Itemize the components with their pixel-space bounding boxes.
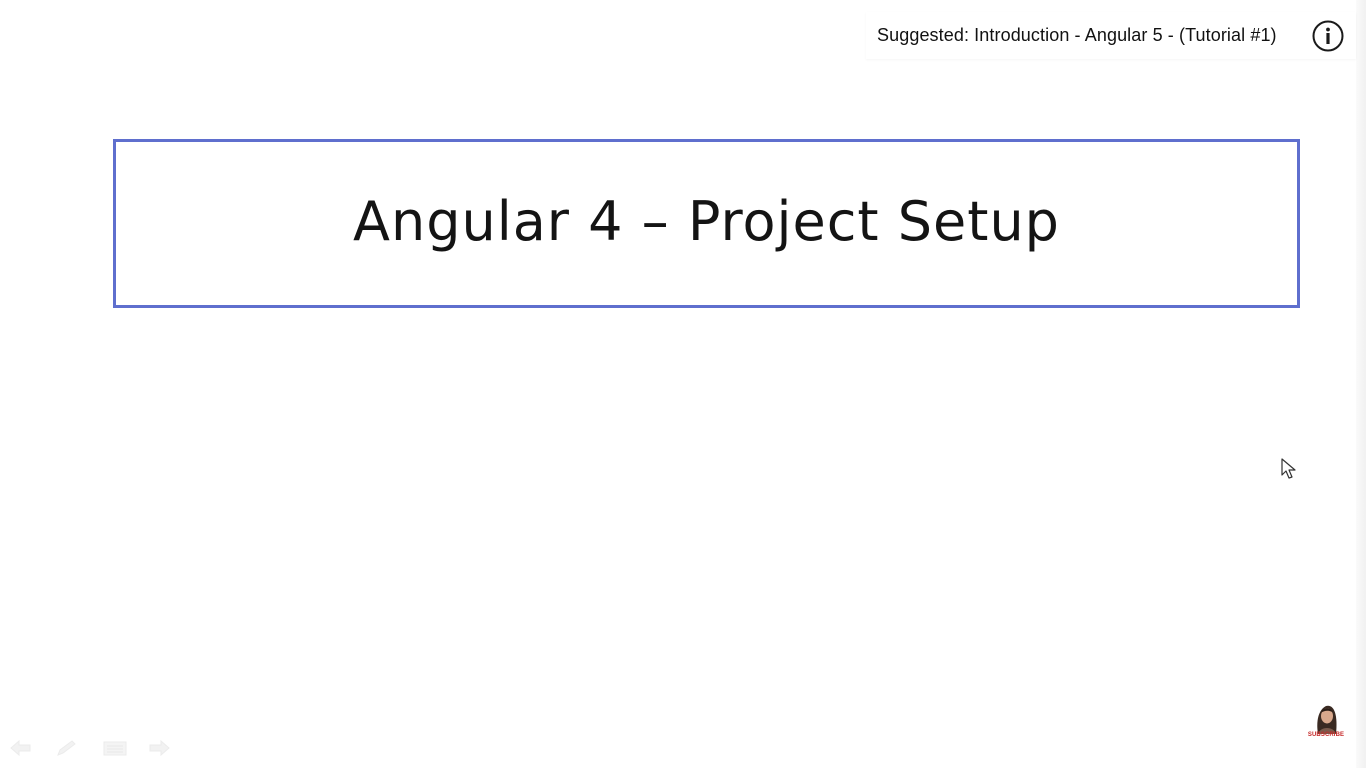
- info-circle-icon: [1312, 20, 1344, 52]
- previous-slide-button[interactable]: [8, 738, 34, 758]
- slideshow-controls: [8, 738, 178, 760]
- next-arrow-icon: [149, 739, 170, 757]
- subscribe-watermark[interactable]: SUBSCRIBE: [1306, 700, 1346, 742]
- slide-title: Angular 4 – Project Setup: [353, 190, 1060, 253]
- frame-edge: [1356, 0, 1366, 768]
- subscribe-label[interactable]: SUBSCRIBE: [1306, 732, 1346, 738]
- video-frame: Suggested: Introduction - Angular 5 - (T…: [0, 0, 1366, 768]
- suggested-video-title[interactable]: Suggested: Introduction - Angular 5 - (T…: [877, 25, 1277, 46]
- slide-menu-button[interactable]: [102, 738, 128, 758]
- channel-avatar-icon: [1317, 705, 1337, 734]
- mouse-cursor-icon: [1281, 458, 1296, 479]
- suggested-video-card[interactable]: Suggested: Introduction - Angular 5 - (T…: [866, 12, 1356, 59]
- slide-title-box: Angular 4 – Project Setup: [113, 139, 1300, 308]
- menu-icon: [103, 741, 127, 756]
- pen-icon: [57, 740, 76, 756]
- previous-arrow-icon: [10, 739, 31, 757]
- info-button[interactable]: [1312, 20, 1344, 52]
- next-slide-button[interactable]: [146, 738, 172, 758]
- pen-tool-button[interactable]: [54, 738, 80, 758]
